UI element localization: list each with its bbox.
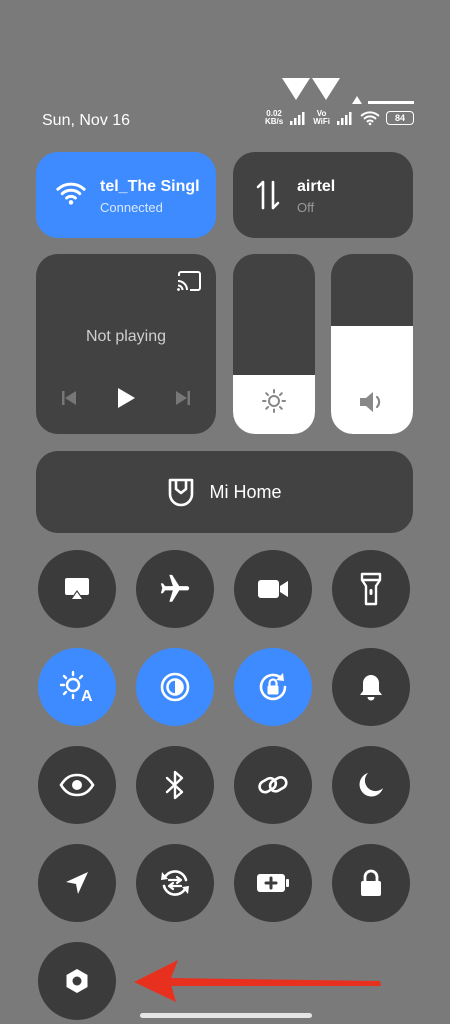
home-indicator[interactable] (140, 1013, 312, 1018)
mobile-data-tile[interactable]: airtel Off (233, 152, 413, 238)
settings-toggle[interactable] (38, 942, 116, 1020)
svg-text:A: A (81, 688, 93, 704)
bluetooth-toggle[interactable] (136, 746, 214, 824)
sound-toggle[interactable] (332, 648, 410, 726)
auto-brightness-toggle[interactable]: A (38, 648, 116, 726)
hexagon-settings-icon (66, 969, 88, 993)
airplane-icon (160, 574, 190, 602)
link-toggle[interactable] (234, 746, 312, 824)
brightness-slider[interactable] (233, 254, 315, 434)
screen-recorder-toggle[interactable] (234, 550, 312, 628)
location-arrow-icon (66, 872, 88, 894)
wifi-network-name: tel_The Singl (100, 178, 200, 195)
wifi-status-icon (360, 111, 380, 126)
rotation-lock-toggle[interactable] (234, 648, 312, 726)
red-arrow-icon (134, 960, 381, 1002)
small-triangle-icon (352, 96, 362, 104)
bluetooth-icon (165, 770, 184, 800)
auto-brightness-icon: A (59, 670, 93, 704)
contrast-icon (160, 672, 190, 702)
status-icons: 0.02 KB/s Vo WiFi 84 (265, 110, 414, 126)
battery-plus-icon (257, 874, 289, 892)
video-camera-icon (258, 580, 288, 598)
mi-home-icon (169, 478, 194, 507)
reading-mode-toggle[interactable] (38, 746, 116, 824)
battery-saver-toggle[interactable] (234, 844, 312, 922)
media-status: Not playing (85, 328, 167, 345)
mi-home-label: Mi Home (209, 481, 282, 502)
lock-screen-toggle[interactable] (332, 844, 410, 922)
brightness-icon (262, 389, 286, 413)
bell-icon (360, 675, 382, 701)
airplane-mode-toggle[interactable] (136, 550, 214, 628)
volume-slider[interactable] (331, 254, 413, 434)
volume-icon (360, 392, 381, 412)
carrier-name: airtel (297, 178, 336, 195)
link-icon (258, 776, 288, 794)
data-transfer-icon (256, 180, 280, 210)
vowifi-label: Vo WiFi (313, 109, 330, 126)
dark-mode-toggle[interactable] (136, 648, 214, 726)
top-line-decoration (368, 101, 414, 104)
flashlight-toggle[interactable] (332, 550, 410, 628)
mi-home-tile[interactable]: Mi Home (36, 451, 413, 533)
play-icon[interactable] (115, 386, 137, 410)
wifi-status: Connected (100, 200, 163, 215)
lock-icon (361, 869, 381, 896)
flashlight-icon (360, 572, 382, 606)
sync-icon (161, 870, 189, 896)
signal-icon (290, 112, 305, 125)
battery-indicator: 84 (386, 111, 414, 125)
net-speed: 0.02 KB/s (264, 109, 284, 126)
sync-toggle[interactable] (136, 844, 214, 922)
volume-level (331, 326, 413, 434)
status-date: Sun, Nov 16 (42, 112, 131, 129)
cast-icon[interactable] (176, 270, 202, 292)
do-not-disturb-toggle[interactable] (332, 746, 410, 824)
cast-screen-icon (65, 578, 89, 600)
eye-icon (59, 773, 95, 797)
wifi-tile[interactable]: tel_The Singl Connected (36, 152, 216, 238)
media-player-tile[interactable]: Not playing (36, 254, 216, 434)
wifi-icon (56, 182, 86, 205)
pull-indicator-icon (282, 78, 340, 100)
next-icon[interactable] (174, 389, 192, 407)
screen-cast-toggle[interactable] (38, 550, 116, 628)
moon-icon (359, 773, 383, 797)
rotation-lock-icon (259, 673, 287, 701)
previous-icon[interactable] (60, 389, 78, 407)
location-toggle[interactable] (38, 844, 116, 922)
mobile-data-status: Off (297, 200, 315, 215)
signal-icon-2 (337, 112, 352, 125)
